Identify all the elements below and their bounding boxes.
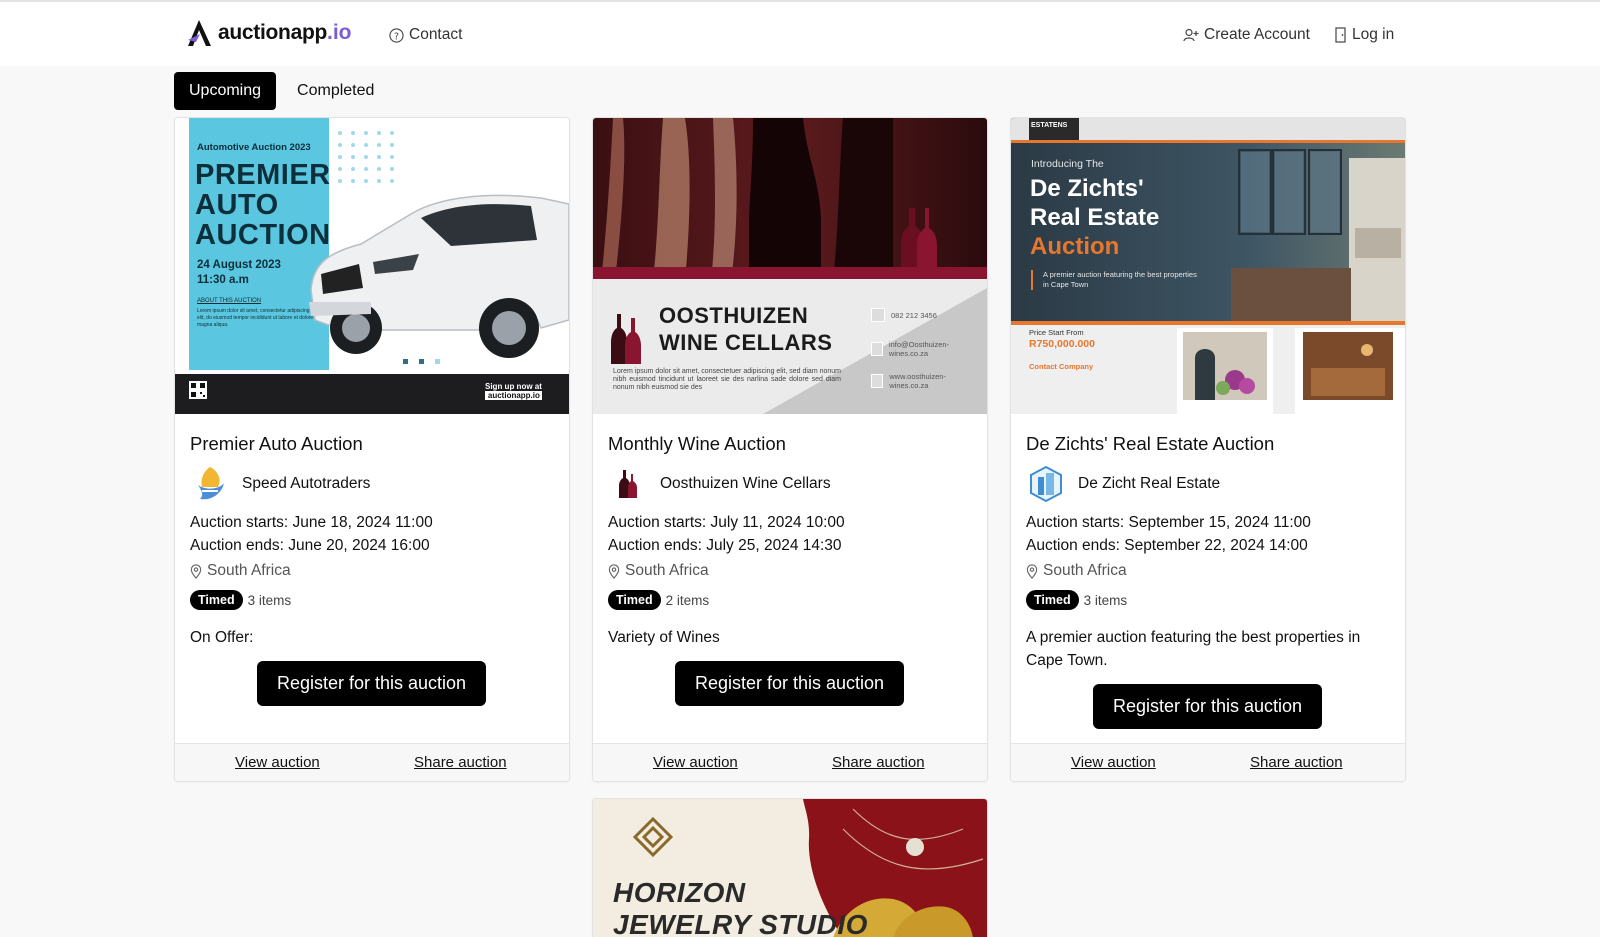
auction-image-real-estate[interactable]: ESTATENS Introducing The De Zichts' Real… [1011,118,1405,414]
poster-date: 24 August 2023 11:30 a.m [197,259,281,286]
wine-poster-contacts: 082 212 3456 info@Oosthuizen-wines.co.za… [871,308,971,390]
tab-completed[interactable]: Completed [282,72,389,110]
auction-title[interactable]: Monthly Wine Auction [608,433,786,455]
speed-autotraders-logo-icon [190,464,230,504]
register-button[interactable]: Register for this auction [1093,684,1322,729]
view-auction-link[interactable]: View auction [653,754,738,771]
brand-tld: .io [327,21,352,44]
share-auction-link[interactable]: Share auction [414,754,507,771]
auction-start-time: Auction starts: September 15, 2024 11:00 [1026,514,1311,531]
wine-poster-headline: OOSTHUIZEN WINE CELLARS [659,303,833,355]
auction-times: Auction starts: June 18, 2024 11:00 Auct… [190,511,433,557]
share-auction-link[interactable]: Share auction [832,754,925,771]
auction-image-auto[interactable]: Automotive Auction 2023 PREMIER AUTO AUC… [175,118,569,414]
auction-times: Auction starts: September 15, 2024 11:00… [1026,511,1311,557]
poster-signup: Sign up now at auctionapp.io [485,382,542,400]
auction-start-time: Auction starts: July 11, 2024 10:00 [608,514,845,531]
view-auction-link[interactable]: View auction [1071,754,1156,771]
contact-label: Contact [409,26,463,43]
create-account-link[interactable]: Create Account [1183,26,1310,44]
share-auction-link[interactable]: Share auction [1250,754,1343,771]
auction-end-time: Auction ends: July 25, 2024 14:30 [608,537,842,554]
login-label: Log in [1352,26,1395,43]
auction-location: South Africa [608,562,709,580]
jewelry-poster-headline: HORIZON JEWELRY STUDIO [613,877,868,937]
auction-image-wine[interactable]: OOSTHUIZEN WINE CELLARS Lorem ipsum dolo… [593,118,987,414]
auction-location: South Africa [190,562,291,580]
phone-icon [871,308,885,322]
navbar: auctionapp .io ? Contact Create Account L… [0,2,1600,66]
auction-times: Auction starts: July 11, 2024 10:00 Auct… [608,511,845,557]
auction-title[interactable]: De Zichts' Real Estate Auction [1026,433,1274,455]
svg-text:?: ? [394,31,399,42]
auction-type-badge: Timed [608,590,661,610]
map-pin-icon [1026,563,1038,579]
brand-name: auctionapp [218,21,328,44]
item-count: 3 items [247,592,292,608]
card-footer: View auction Share auction [1011,743,1405,781]
oosthuizen-wine-logo-icon [608,464,648,504]
qr-code-icon [189,381,207,399]
seller-name[interactable]: Oosthuizen Wine Cellars [660,475,831,493]
login-link[interactable]: Log in [1334,26,1394,44]
poster-contact: Contact Company [1029,362,1094,371]
auction-card-auto: Automotive Auction 2023 PREMIER AUTO AUC… [174,117,570,782]
auction-image-jewelry[interactable]: HORIZON JEWELRY STUDIO [593,799,987,937]
contact-link[interactable]: ? Contact [389,26,462,44]
auction-type-badge: Timed [190,590,243,610]
auction-card-wine: OOSTHUIZEN WINE CELLARS Lorem ipsum dolo… [592,117,988,782]
auction-title[interactable]: Premier Auto Auction [190,433,363,455]
poster-price: R750,000.000 [1029,338,1095,350]
auction-type-badge: Timed [1026,590,1079,610]
tab-upcoming[interactable]: Upcoming [174,72,277,110]
seller-name[interactable]: Speed Autotraders [242,475,370,493]
auction-location: South Africa [1026,562,1127,580]
auction-start-time: Auction starts: June 18, 2024 11:00 [190,514,433,531]
auction-card-real-estate: ESTATENS Introducing The De Zichts' Real… [1010,117,1406,782]
view-auction-link[interactable]: View auction [235,754,320,771]
create-account-label: Create Account [1204,26,1310,43]
poster-price-label: Price Start From [1029,328,1084,337]
item-count: 3 items [1083,592,1128,608]
item-count: 2 items [665,592,710,608]
car-illustration-icon [309,194,569,358]
question-circle-icon: ? [389,27,404,43]
poster-body: Lorem ipsum dolor sit amet, consectetur … [197,308,314,328]
auction-meta: Timed 3 items [190,590,291,610]
auction-meta: Timed 3 items [1026,590,1127,610]
register-button[interactable]: Register for this auction [257,661,486,706]
poster-intro: Introducing The [1031,158,1104,170]
brand-logo[interactable]: auctionapp .io [186,18,352,48]
de-zicht-real-estate-logo-icon [1026,464,1066,504]
auction-end-time: Auction ends: September 22, 2024 14:00 [1026,537,1308,554]
auction-description: A premier auction featuring the best pro… [1026,629,1361,669]
poster-tagline: A premier auction featuring the best pro… [1031,270,1201,290]
card-footer: View auction Share auction [175,743,569,781]
poster-brand: ESTATENS [1031,122,1068,129]
seller-info: Speed Autotraders [190,464,370,504]
auction-description: Variety of Wines [608,629,720,646]
person-add-icon [1183,28,1199,41]
wine-poster-body: Lorem ipsum dolor sit amet, consectetuer… [613,368,841,391]
globe-icon [871,374,884,388]
auction-meta: Timed 2 items [608,590,709,610]
card-footer: View auction Share auction [593,743,987,781]
auction-tabs: Upcoming Completed [174,72,389,110]
seller-info: De Zicht Real Estate [1026,464,1220,504]
door-icon [1335,27,1346,43]
poster-headline: De Zichts' Real Estate Auction [1030,175,1160,260]
auctionapp-logo-icon [188,20,211,46]
map-pin-icon [190,563,202,579]
carousel-dots-icon [403,359,440,364]
map-pin-icon [608,563,620,579]
seller-name[interactable]: De Zicht Real Estate [1078,475,1220,493]
auction-end-time: Auction ends: June 20, 2024 16:00 [190,537,430,554]
auction-card-jewelry: HORIZON JEWELRY STUDIO [592,798,988,937]
seller-info: Oosthuizen Wine Cellars [608,464,831,504]
auction-description: On Offer: [190,629,254,646]
register-button[interactable]: Register for this auction [675,661,904,706]
poster-kicker: Automotive Auction 2023 [197,142,311,153]
poster-about: ABOUT THIS AUCTION [197,298,262,304]
email-icon [871,342,883,356]
